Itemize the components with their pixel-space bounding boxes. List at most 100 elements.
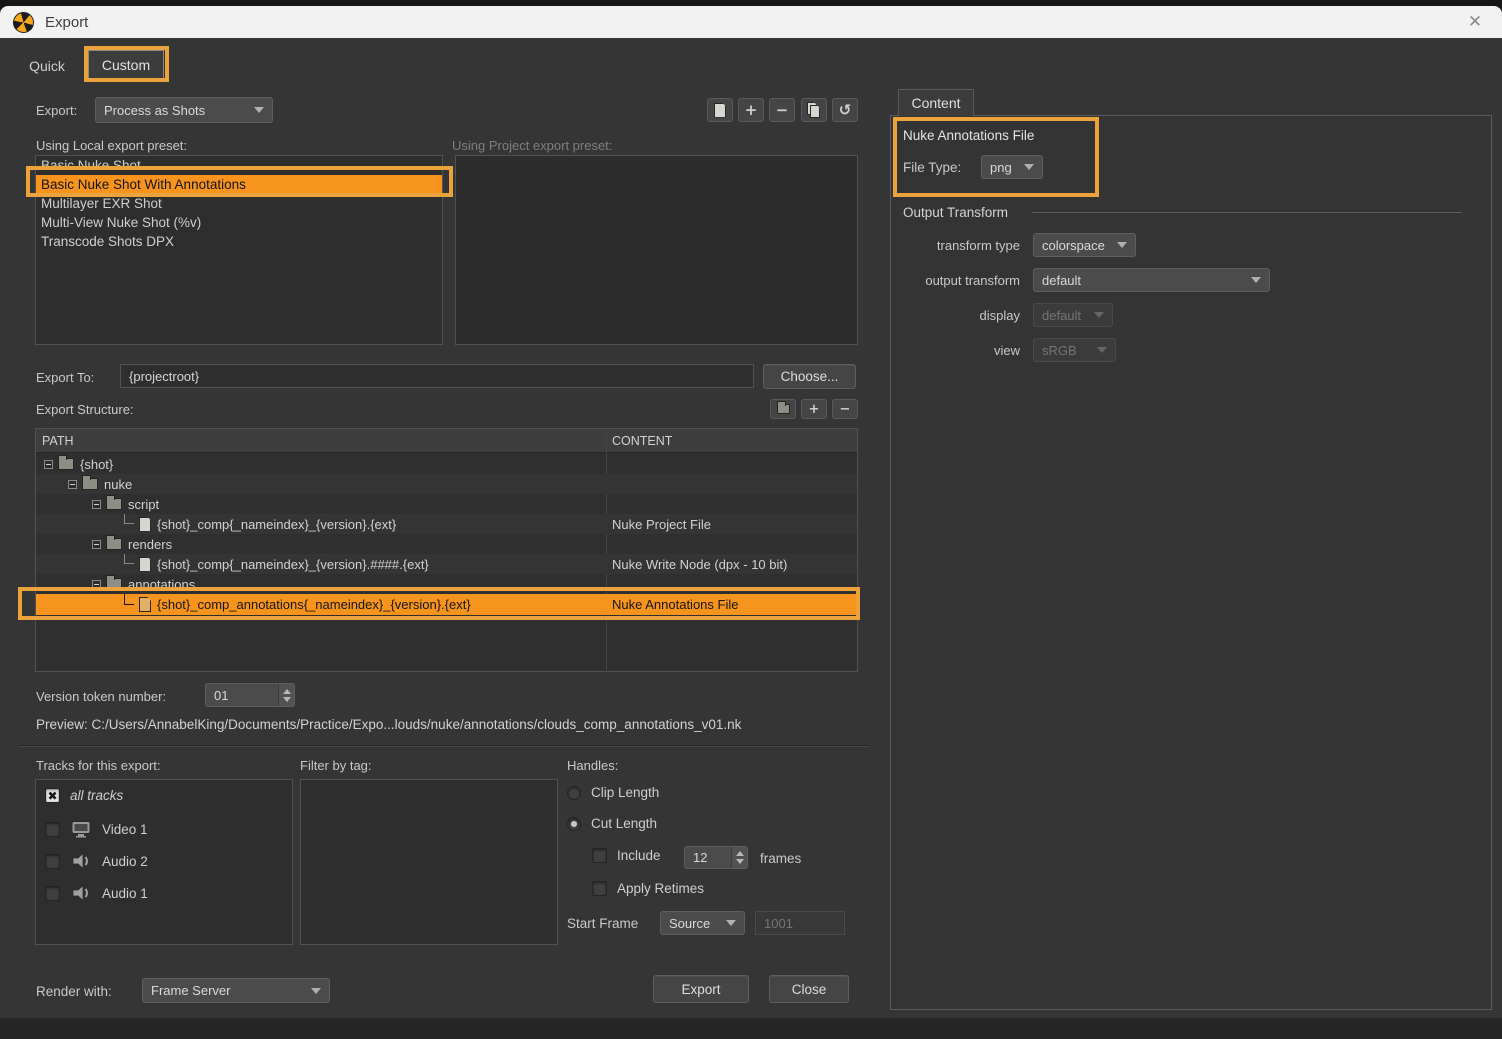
duplicate-preset-button[interactable] <box>801 98 827 122</box>
local-preset-label: Using Local export preset: <box>36 138 187 153</box>
version-token-stepper[interactable]: 01 <box>205 683 295 707</box>
tree-row[interactable]: script <box>36 494 857 514</box>
tree-row[interactable]: renders <box>36 534 857 554</box>
frames-label: frames <box>760 851 801 866</box>
tracks-list[interactable]: ✖ all tracks Video 1 Audio 2 Audio 1 <box>35 779 293 945</box>
close-window-icon[interactable]: ✕ <box>1462 10 1488 34</box>
folder-icon <box>58 458 74 470</box>
revert-preset-button[interactable]: ↺ <box>832 98 858 122</box>
track-label: Audio 2 <box>102 854 148 869</box>
tab-custom[interactable]: Custom <box>88 50 164 80</box>
checkbox-unchecked[interactable] <box>45 886 60 901</box>
tab-quick[interactable]: Quick <box>14 52 80 80</box>
close-button[interactable]: Close <box>769 975 849 1003</box>
cut-length-radio-row[interactable]: Cut Length <box>567 816 657 831</box>
radio-selected[interactable] <box>567 817 581 831</box>
view-value: sRGB <box>1042 343 1091 358</box>
tree-row[interactable]: annotations <box>36 574 857 594</box>
include-frames-stepper[interactable]: 12 <box>684 846 748 869</box>
tree-row-selected[interactable]: {shot}_comp_annotations{_nameindex}_{ver… <box>36 594 857 615</box>
checkbox-checked-icon[interactable]: ✖ <box>45 788 60 803</box>
arrow-down-icon <box>283 697 291 702</box>
render-with-dropdown[interactable]: Frame Server <box>142 978 330 1003</box>
choose-button[interactable]: Choose... <box>763 364 856 389</box>
tree-elbow-connector <box>124 554 134 564</box>
collapse-icon[interactable] <box>44 460 53 469</box>
monitor-icon <box>70 820 92 838</box>
list-item[interactable]: Basic Nuke Shot <box>36 156 442 175</box>
export-structure-tree[interactable]: PATH CONTENT {shot} nuke script {shot}_c… <box>35 428 858 672</box>
remove-structure-item-button[interactable]: − <box>832 399 858 419</box>
stepper-arrows[interactable] <box>731 847 747 868</box>
export-mode-dropdown[interactable]: Process as Shots <box>95 97 273 123</box>
track-row-audio-1[interactable]: Audio 1 <box>45 884 148 902</box>
file-type-dropdown[interactable]: png <box>981 155 1043 179</box>
checkbox-unchecked[interactable] <box>45 822 60 837</box>
file-icon <box>139 557 151 572</box>
tab-content[interactable]: Content <box>898 89 974 116</box>
file-type-value: png <box>990 160 1018 175</box>
transform-type-dropdown[interactable]: colorspace <box>1033 233 1136 257</box>
duplicate-preset-icon <box>807 102 821 118</box>
render-with-value: Frame Server <box>151 983 305 998</box>
include-frames-row[interactable]: Include <box>592 848 661 863</box>
tree-node-label: {shot}_comp{_nameindex}_{version}.{ext} <box>157 517 396 532</box>
list-item[interactable]: Multilayer EXR Shot <box>36 194 442 213</box>
local-preset-list[interactable]: Basic Nuke Shot Basic Nuke Shot With Ann… <box>35 155 443 345</box>
start-frame-value-field[interactable]: 1001 <box>755 911 845 935</box>
include-frames-value: 12 <box>685 850 731 865</box>
track-row-video-1[interactable]: Video 1 <box>45 820 148 838</box>
export-button[interactable]: Export <box>653 975 749 1003</box>
output-transform-value: default <box>1042 273 1245 288</box>
export-mode-value: Process as Shots <box>104 103 248 118</box>
project-preset-list[interactable] <box>455 155 858 345</box>
display-dropdown[interactable]: default <box>1033 303 1113 327</box>
column-header-path[interactable]: PATH <box>36 429 606 452</box>
group-line <box>1032 212 1462 213</box>
checkbox-unchecked[interactable] <box>45 854 60 869</box>
new-preset-button[interactable] <box>707 98 733 122</box>
folder-icon <box>106 498 122 510</box>
folder-icon <box>82 478 98 490</box>
checkbox-unchecked[interactable] <box>592 881 607 896</box>
radio-unselected[interactable] <box>567 786 581 800</box>
cut-length-label: Cut Length <box>591 816 657 831</box>
stepper-arrows[interactable] <box>278 684 294 706</box>
collapse-icon[interactable] <box>92 500 101 509</box>
list-item[interactable]: Transcode Shots DPX <box>36 232 442 251</box>
column-header-content[interactable]: CONTENT <box>606 429 672 452</box>
handles-label: Handles: <box>567 758 618 773</box>
clip-length-radio-row[interactable]: Clip Length <box>567 785 659 800</box>
apply-retimes-row[interactable]: Apply Retimes <box>592 881 704 896</box>
checkbox-unchecked[interactable] <box>592 848 607 863</box>
collapse-icon[interactable] <box>92 540 101 549</box>
folder-icon <box>106 578 122 590</box>
add-preset-button[interactable]: + <box>738 98 764 122</box>
collapse-icon[interactable] <box>92 580 101 589</box>
export-to-field[interactable]: {projectroot} <box>120 364 754 388</box>
tree-row[interactable]: nuke <box>36 474 857 494</box>
track-row-all-tracks[interactable]: ✖ all tracks <box>45 788 123 803</box>
add-folder-button[interactable] <box>770 399 796 419</box>
start-frame-value: 1001 <box>764 916 793 931</box>
view-dropdown[interactable]: sRGB <box>1033 338 1116 362</box>
filter-by-tag-list[interactable] <box>300 779 558 945</box>
start-frame-mode-dropdown[interactable]: Source <box>660 911 745 935</box>
chevron-down-icon <box>311 988 321 994</box>
add-structure-item-button[interactable]: + <box>801 399 827 419</box>
tree-row[interactable]: {shot} <box>36 454 857 474</box>
list-item[interactable]: Multi-View Nuke Shot (%v) <box>36 213 442 232</box>
list-item-selected[interactable]: Basic Nuke Shot With Annotations <box>36 175 442 194</box>
plus-icon: + <box>745 103 758 118</box>
tree-row[interactable]: {shot}_comp{_nameindex}_{version}.####.{… <box>36 554 857 574</box>
new-preset-icon <box>714 103 726 118</box>
tree-node-label: {shot}_comp{_nameindex}_{version}.####.{… <box>157 557 429 572</box>
track-row-audio-2[interactable]: Audio 2 <box>45 852 148 870</box>
remove-preset-button[interactable]: − <box>769 98 795 122</box>
output-transform-title: Output Transform <box>903 205 1008 220</box>
collapse-icon[interactable] <box>68 480 77 489</box>
version-token-value: 01 <box>206 688 278 703</box>
tree-row[interactable]: {shot}_comp{_nameindex}_{version}.{ext} … <box>36 514 857 534</box>
output-transform-dropdown[interactable]: default <box>1033 268 1270 292</box>
arrow-up-icon <box>283 689 291 694</box>
